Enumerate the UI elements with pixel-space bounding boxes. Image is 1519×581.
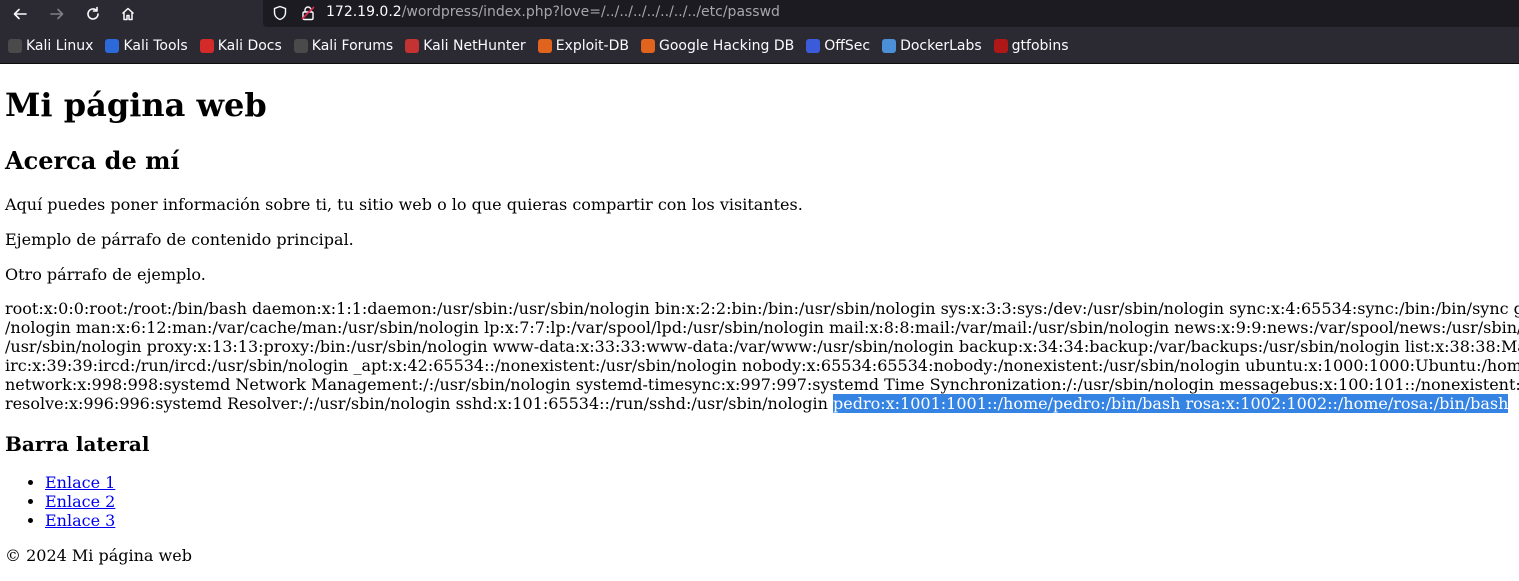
link-enlace-1[interactable]: Enlace 1	[45, 473, 115, 492]
url-text[interactable]: 172.19.0.2/wordpress/index.php?love=/../…	[326, 4, 780, 20]
bookmark-label: Kali NetHunter	[423, 37, 526, 54]
bookmark-label: DockerLabs	[900, 37, 982, 54]
url-bar[interactable]: 172.19.0.2/wordpress/index.php?love=/../…	[263, 0, 1519, 27]
bookmark-exploit-db[interactable]: Exploit-DB	[537, 37, 629, 54]
bookmark-label: Kali Docs	[217, 37, 282, 54]
bookmark-label: gtfobins	[1011, 37, 1069, 54]
bookmark-kali-docs[interactable]: Kali Docs	[199, 37, 282, 54]
back-button[interactable]	[10, 4, 30, 24]
kali-tools-icon	[105, 38, 120, 53]
gtfobins-icon	[993, 38, 1008, 53]
passwd-line: /nologin man:x:6:12:man:/var/cache/man:/…	[5, 318, 1519, 337]
bookmark-label: Kali Forums	[311, 37, 394, 54]
url-host: 172.19.0.2	[326, 4, 402, 20]
bookmark-label: Exploit-DB	[555, 37, 629, 54]
content-paragraph: Ejemplo de párrafo de contenido principa…	[5, 230, 354, 249]
kali-forums-icon	[293, 38, 308, 53]
passwd-line: root:x:0:0:root:/root:/bin/bash daemon:x…	[5, 299, 1519, 318]
url-path: /wordpress/index.php?love=/../../../../.…	[401, 4, 780, 20]
selected-text: pedro:x:1001:1001::/home/pedro:/bin/bash…	[833, 394, 1509, 413]
list-item: Enlace 2	[45, 492, 115, 511]
passwd-line: /usr/sbin/nologin proxy:x:13:13:proxy:/b…	[5, 337, 1519, 356]
bookmark-kali-nethunter[interactable]: Kali NetHunter	[405, 37, 526, 54]
passwd-line: network:x:998:998:systemd Network Manage…	[5, 375, 1519, 394]
bookmark-label: OffSec	[824, 37, 871, 54]
intro-paragraph: Aquí puedes poner información sobre ti, …	[5, 195, 803, 214]
kali-docs-icon	[199, 38, 214, 53]
page-content: Mi página web Acerca de mí Aquí puedes p…	[0, 64, 1519, 581]
sidebar-heading: Barra lateral	[5, 432, 150, 456]
offsec-icon	[806, 38, 821, 53]
link-enlace-3[interactable]: Enlace 3	[45, 511, 115, 530]
bookmarks-toolbar: Kali Linux Kali Tools Kali Docs Kali Forums…	[0, 28, 1519, 64]
bookmark-dockerlabs[interactable]: DockerLabs	[882, 38, 982, 54]
home-button[interactable]	[118, 4, 138, 24]
bookmark-label: Kali Tools	[123, 37, 188, 54]
reload-icon	[87, 6, 99, 20]
passwd-line-last: resolve:x:996:996:systemd Resolver:/:/us…	[5, 394, 1519, 413]
footer: © 2024 Mi página web	[5, 546, 192, 565]
insecure-lock-icon[interactable]	[300, 5, 316, 21]
bookmark-kali-linux[interactable]: Kali Linux	[8, 38, 93, 54]
bookmark-offsec[interactable]: OffSec	[806, 38, 870, 54]
list-item: Enlace 3	[45, 511, 115, 530]
browser-toolbar: 172.19.0.2/wordpress/index.php?love=/../…	[0, 0, 1519, 28]
reload-button[interactable]	[83, 4, 103, 24]
bookmark-gtfobins[interactable]: gtfobins	[993, 37, 1069, 54]
nethunter-icon	[405, 38, 420, 53]
passwd-line: irc:x:39:39:ircd:/run/ircd:/usr/sbin/nol…	[5, 356, 1519, 375]
exploit-db-icon	[537, 38, 552, 53]
passwd-text: resolve:x:996:996:systemd Resolver:/:/us…	[5, 394, 833, 413]
arrow-left-icon	[13, 8, 27, 20]
home-icon	[121, 7, 135, 21]
bookmark-label: Kali Linux	[26, 37, 94, 54]
page-title: Mi página web	[5, 86, 267, 124]
arrow-right-icon	[50, 8, 64, 20]
ghdb-icon	[640, 38, 655, 53]
passwd-output: root:x:0:0:root:/root:/bin/bash daemon:x…	[5, 299, 1519, 413]
about-heading: Acerca de mí	[5, 146, 180, 175]
bookmark-kali-tools[interactable]: Kali Tools	[105, 37, 188, 54]
bookmark-google-hacking-db[interactable]: Google Hacking DB	[640, 37, 795, 54]
bookmark-label: Google Hacking DB	[658, 37, 795, 54]
link-enlace-2[interactable]: Enlace 2	[45, 492, 115, 511]
bookmark-kali-forums[interactable]: Kali Forums	[293, 37, 394, 54]
example-paragraph: Otro párrafo de ejemplo.	[5, 265, 206, 284]
shield-icon[interactable]	[272, 5, 288, 21]
forward-button[interactable]	[47, 4, 67, 24]
list-item: Enlace 1	[45, 473, 115, 492]
dockerlabs-icon	[882, 38, 897, 53]
sidebar-links: Enlace 1 Enlace 2 Enlace 3	[5, 473, 115, 530]
kali-dragon-icon	[8, 38, 22, 53]
